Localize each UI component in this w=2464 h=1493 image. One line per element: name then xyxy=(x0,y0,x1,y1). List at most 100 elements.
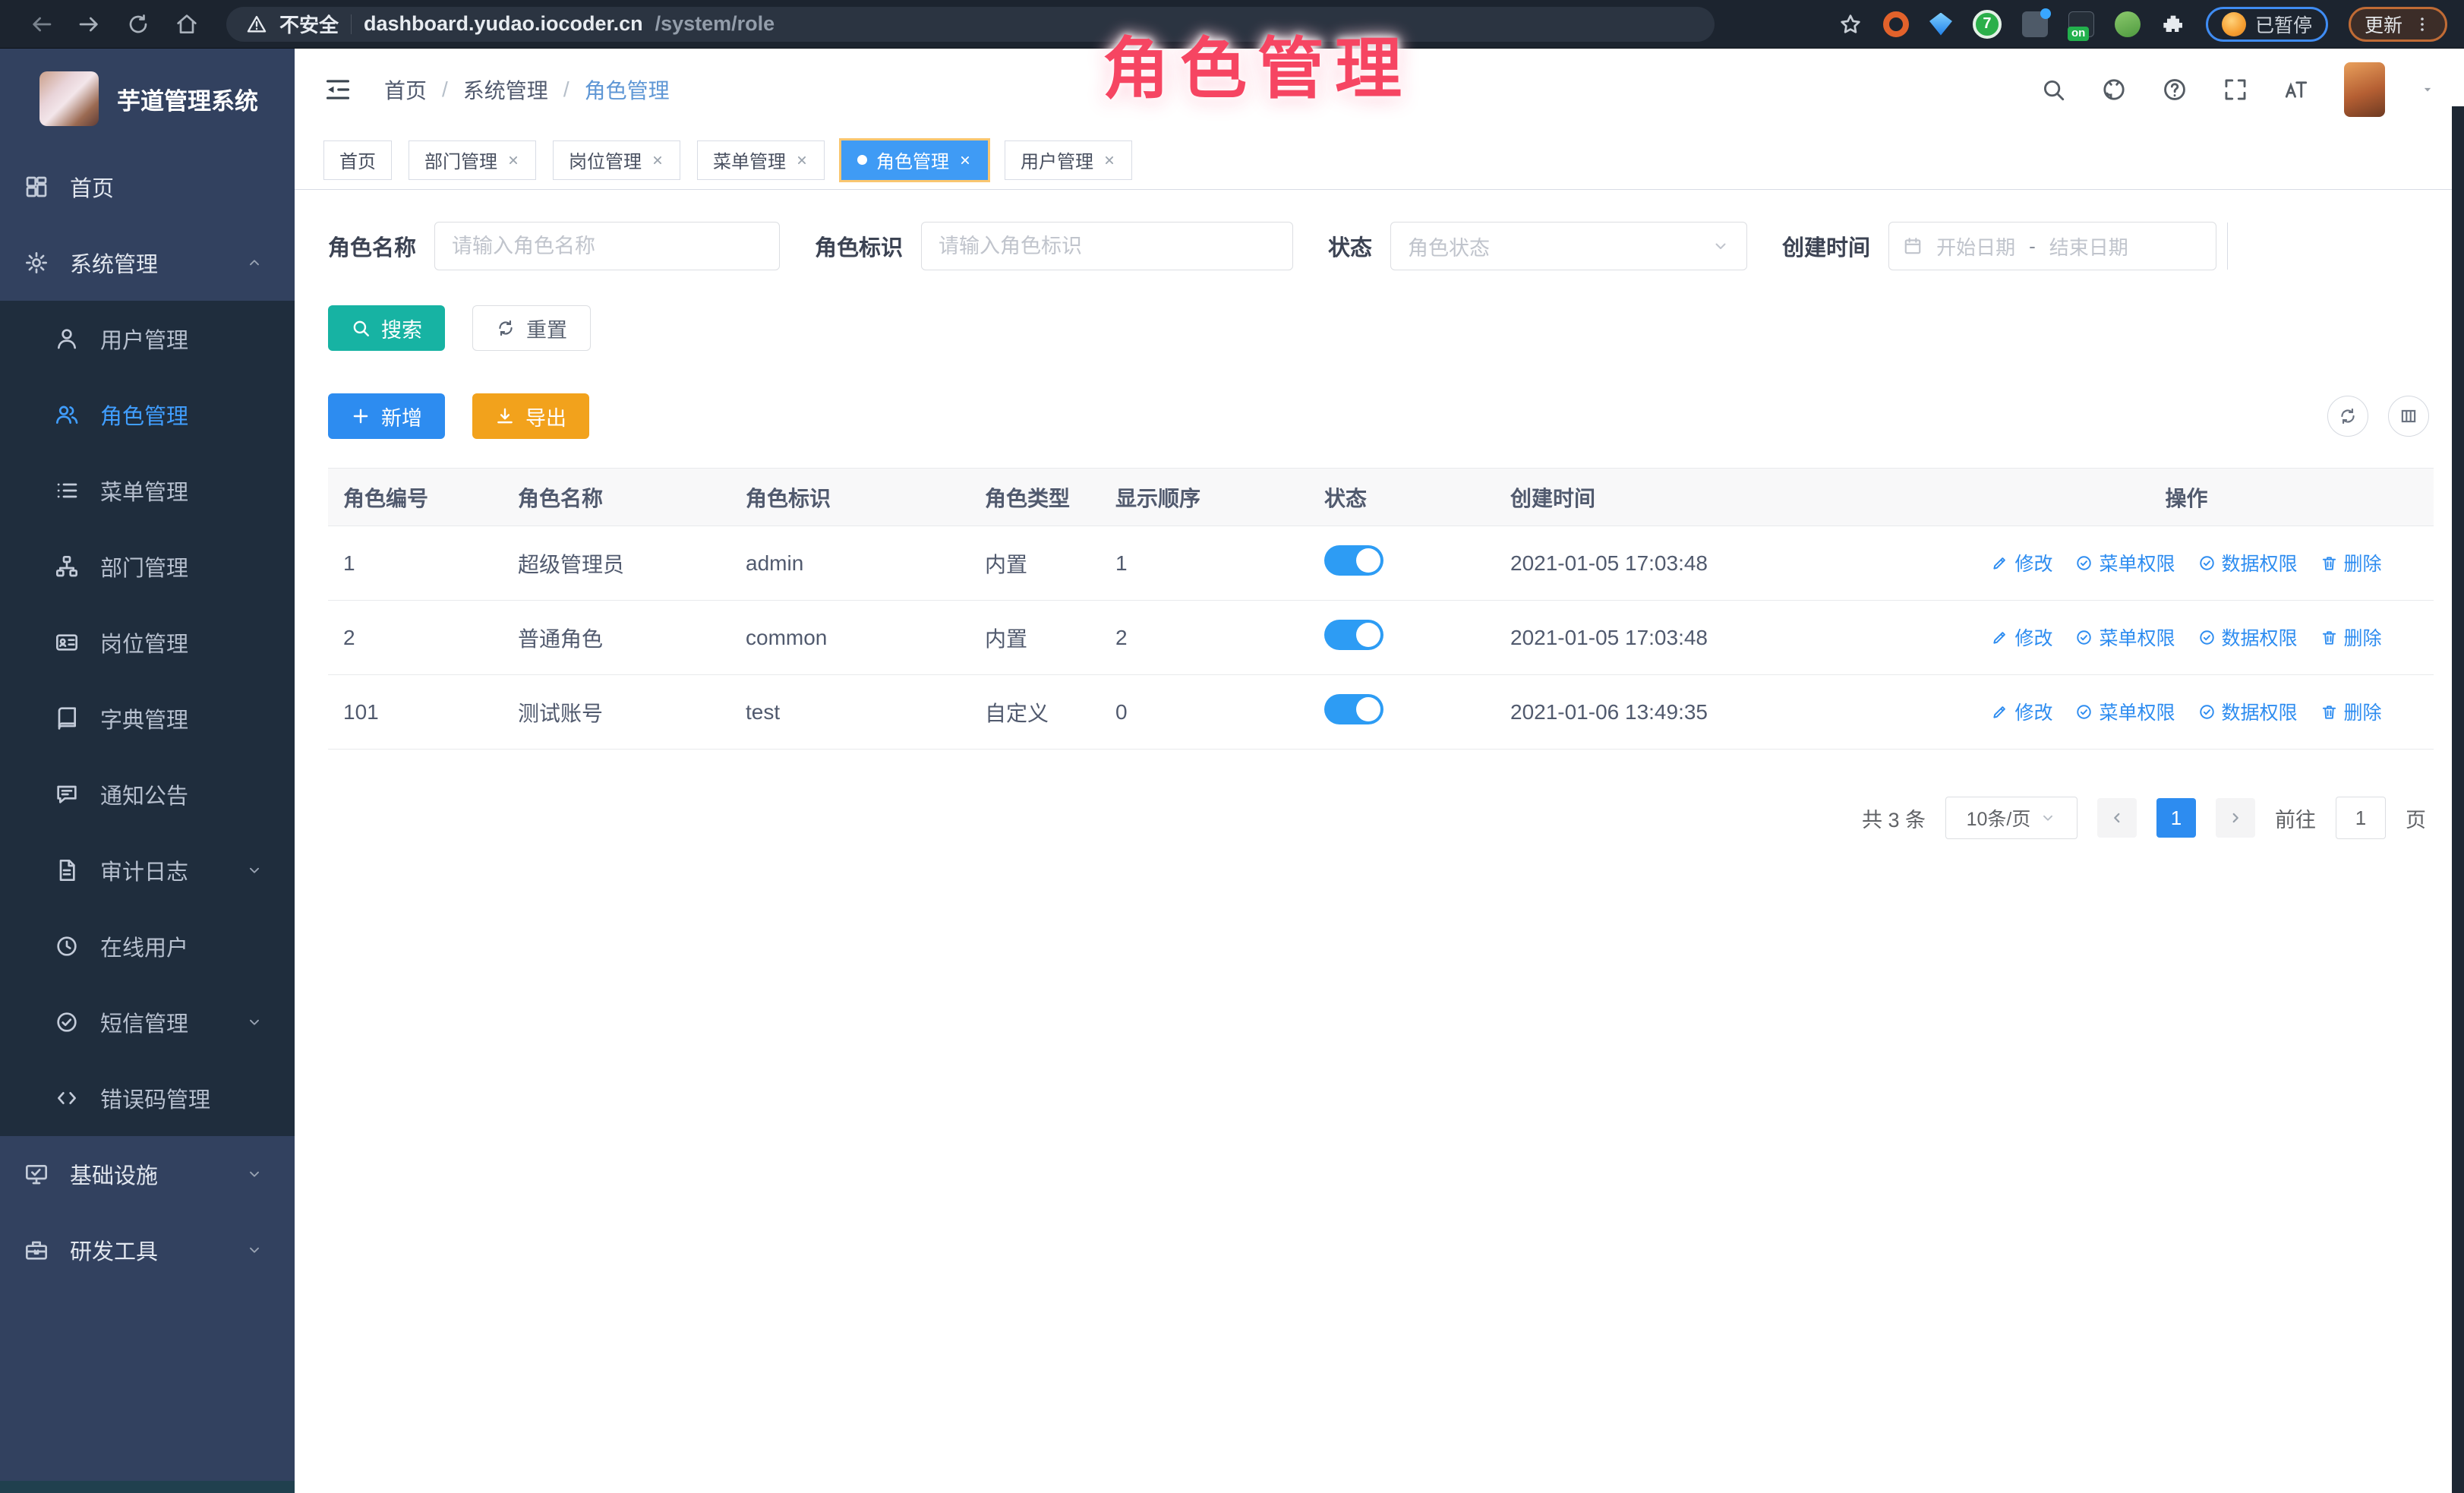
reset-button[interactable]: 重置 xyxy=(472,305,591,351)
action-check-circle-link[interactable]: 菜单权限 xyxy=(2075,698,2175,725)
tab-label: 菜单管理 xyxy=(713,147,786,173)
sidebar-item-users[interactable]: 角色管理 xyxy=(0,377,295,453)
table-columns-button[interactable] xyxy=(2388,396,2429,437)
breadcrumb-home[interactable]: 首页 xyxy=(384,74,427,105)
chevron-right-icon xyxy=(2227,810,2244,826)
browser-forward-icon[interactable] xyxy=(77,12,102,36)
action-check-circle-link[interactable]: 菜单权限 xyxy=(2075,623,2175,651)
browser-menu-dots-icon[interactable] xyxy=(2413,15,2431,33)
sidebar-item-label: 岗位管理 xyxy=(100,627,188,658)
status-select[interactable]: 角色状态 xyxy=(1390,222,1747,270)
cell-name: 超级管理员 xyxy=(503,526,730,601)
close-icon[interactable] xyxy=(651,153,664,167)
status-toggle[interactable] xyxy=(1324,545,1383,576)
close-icon[interactable] xyxy=(958,153,972,167)
fullscreen-icon[interactable] xyxy=(2223,77,2248,103)
close-icon[interactable] xyxy=(795,153,809,167)
export-button[interactable]: 导出 xyxy=(472,393,589,439)
close-icon[interactable] xyxy=(506,153,520,167)
role-name-input[interactable] xyxy=(434,222,780,270)
goto-page-input[interactable] xyxy=(2336,797,2386,839)
search-icon[interactable] xyxy=(2040,77,2066,103)
profile-paused-pill[interactable]: 已暂停 xyxy=(2206,7,2328,42)
status-toggle[interactable] xyxy=(1324,620,1383,650)
sidebar-item-postcard[interactable]: 岗位管理 xyxy=(0,604,295,680)
user-avatar[interactable] xyxy=(2344,62,2385,117)
add-button[interactable]: 新增 xyxy=(328,393,445,439)
address-bar[interactable]: 不安全 dashboard.yudao.iocoder.cn/system/ro… xyxy=(226,7,1715,42)
action-check-circle-link[interactable]: 数据权限 xyxy=(2198,549,2298,576)
sidebar-item-gear[interactable]: 系统管理 xyxy=(0,225,295,301)
tab-角色管理[interactable]: 角色管理 xyxy=(841,140,988,180)
next-page-button[interactable] xyxy=(2216,798,2255,838)
security-label[interactable]: 不安全 xyxy=(279,10,339,38)
tab-岗位管理[interactable]: 岗位管理 xyxy=(553,140,680,180)
page-number-1[interactable]: 1 xyxy=(2156,798,2196,838)
action-edit-link[interactable]: 修改 xyxy=(1991,698,2052,725)
extension-orange-icon[interactable] xyxy=(1883,11,1909,37)
action-check-circle-link[interactable]: 数据权限 xyxy=(2198,698,2298,725)
role-key-input[interactable] xyxy=(921,222,1293,270)
date-range-picker[interactable]: 开始日期 - 结束日期 xyxy=(1888,222,2216,270)
status-toggle[interactable] xyxy=(1324,694,1383,724)
sidebar-item-user[interactable]: 用户管理 xyxy=(0,301,295,377)
sidebar-item-doc[interactable]: 审计日志 xyxy=(0,832,295,908)
sidebar-item-book[interactable]: 字典管理 xyxy=(0,680,295,756)
chevron-down-icon xyxy=(246,862,263,879)
page-scrollbar[interactable] xyxy=(2452,106,2464,1493)
action-edit-link[interactable]: 修改 xyxy=(1991,549,2052,576)
extension-green-icon[interactable] xyxy=(2115,11,2141,37)
bookmark-star-icon[interactable] xyxy=(1838,12,1863,36)
tab-用户管理[interactable]: 用户管理 xyxy=(1005,140,1132,180)
extension-on-badge: on xyxy=(2068,27,2089,41)
tab-首页[interactable]: 首页 xyxy=(323,140,392,180)
sidebar-item-monitor[interactable]: 基础设施 xyxy=(0,1136,295,1212)
extension-grid-icon[interactable] xyxy=(2022,11,2048,37)
sidebar-item-label: 错误码管理 xyxy=(100,1082,210,1114)
github-icon[interactable] xyxy=(2101,77,2127,103)
update-pill[interactable]: 更新 xyxy=(2349,7,2447,42)
tab-部门管理[interactable]: 部门管理 xyxy=(409,140,536,180)
extensions-puzzle-icon[interactable] xyxy=(2161,12,2185,36)
extension-dark-icon[interactable]: on xyxy=(2068,11,2094,37)
extension-seven-icon[interactable]: 7 xyxy=(1973,10,2002,39)
extension-gem-icon[interactable] xyxy=(1929,13,1952,36)
action-check-circle-link[interactable]: 数据权限 xyxy=(2198,623,2298,651)
action-edit-link[interactable]: 修改 xyxy=(1991,623,2052,651)
sidebar-item-toolbox[interactable]: 研发工具 xyxy=(0,1212,295,1288)
font-size-icon[interactable] xyxy=(2283,77,2309,103)
action-trash-link[interactable]: 删除 xyxy=(2320,623,2382,651)
hamburger-fold-icon[interactable] xyxy=(323,75,352,104)
action-label: 修改 xyxy=(2014,623,2052,651)
sidebar-item-online[interactable]: 在线用户 xyxy=(0,908,295,984)
table-refresh-button[interactable] xyxy=(2327,396,2368,437)
reset-button-label: 重置 xyxy=(526,314,567,343)
sidebar-collapse-bar[interactable] xyxy=(0,1481,295,1493)
table-body: 1超级管理员admin内置12021-01-05 17:03:48修改菜单权限数… xyxy=(328,526,2434,750)
sidebar-item-announce[interactable]: 通知公告 xyxy=(0,756,295,832)
sidebar-item-tree[interactable]: 部门管理 xyxy=(0,529,295,604)
tab-菜单管理[interactable]: 菜单管理 xyxy=(697,140,825,180)
sidebar-item-sms[interactable]: 短信管理 xyxy=(0,984,295,1060)
breadcrumb-system[interactable]: 系统管理 xyxy=(463,74,548,105)
search-button-label: 搜索 xyxy=(381,314,422,343)
help-icon[interactable] xyxy=(2162,77,2188,103)
action-check-circle-link[interactable]: 菜单权限 xyxy=(2075,549,2175,576)
close-icon[interactable] xyxy=(1103,153,1116,167)
browser-back-icon[interactable] xyxy=(29,12,53,36)
browser-home-icon[interactable] xyxy=(175,12,199,36)
cell-id: 2 xyxy=(328,601,503,675)
prev-page-button[interactable] xyxy=(2097,798,2137,838)
avatar-caret-icon[interactable] xyxy=(2420,82,2435,97)
sidebar-item-code[interactable]: 错误码管理 xyxy=(0,1060,295,1136)
tree-icon xyxy=(55,554,79,579)
sidebar-item-dashboard[interactable]: 首页 xyxy=(0,149,295,225)
action-trash-link[interactable]: 删除 xyxy=(2320,549,2382,576)
action-trash-link[interactable]: 删除 xyxy=(2320,698,2382,725)
page-size-select[interactable]: 10条/页 xyxy=(1945,797,2078,839)
search-button[interactable]: 搜索 xyxy=(328,305,445,351)
browser-reload-icon[interactable] xyxy=(126,12,150,36)
app-logo xyxy=(39,71,99,126)
cell-name: 测试账号 xyxy=(503,675,730,750)
sidebar-item-list[interactable]: 菜单管理 xyxy=(0,453,295,529)
